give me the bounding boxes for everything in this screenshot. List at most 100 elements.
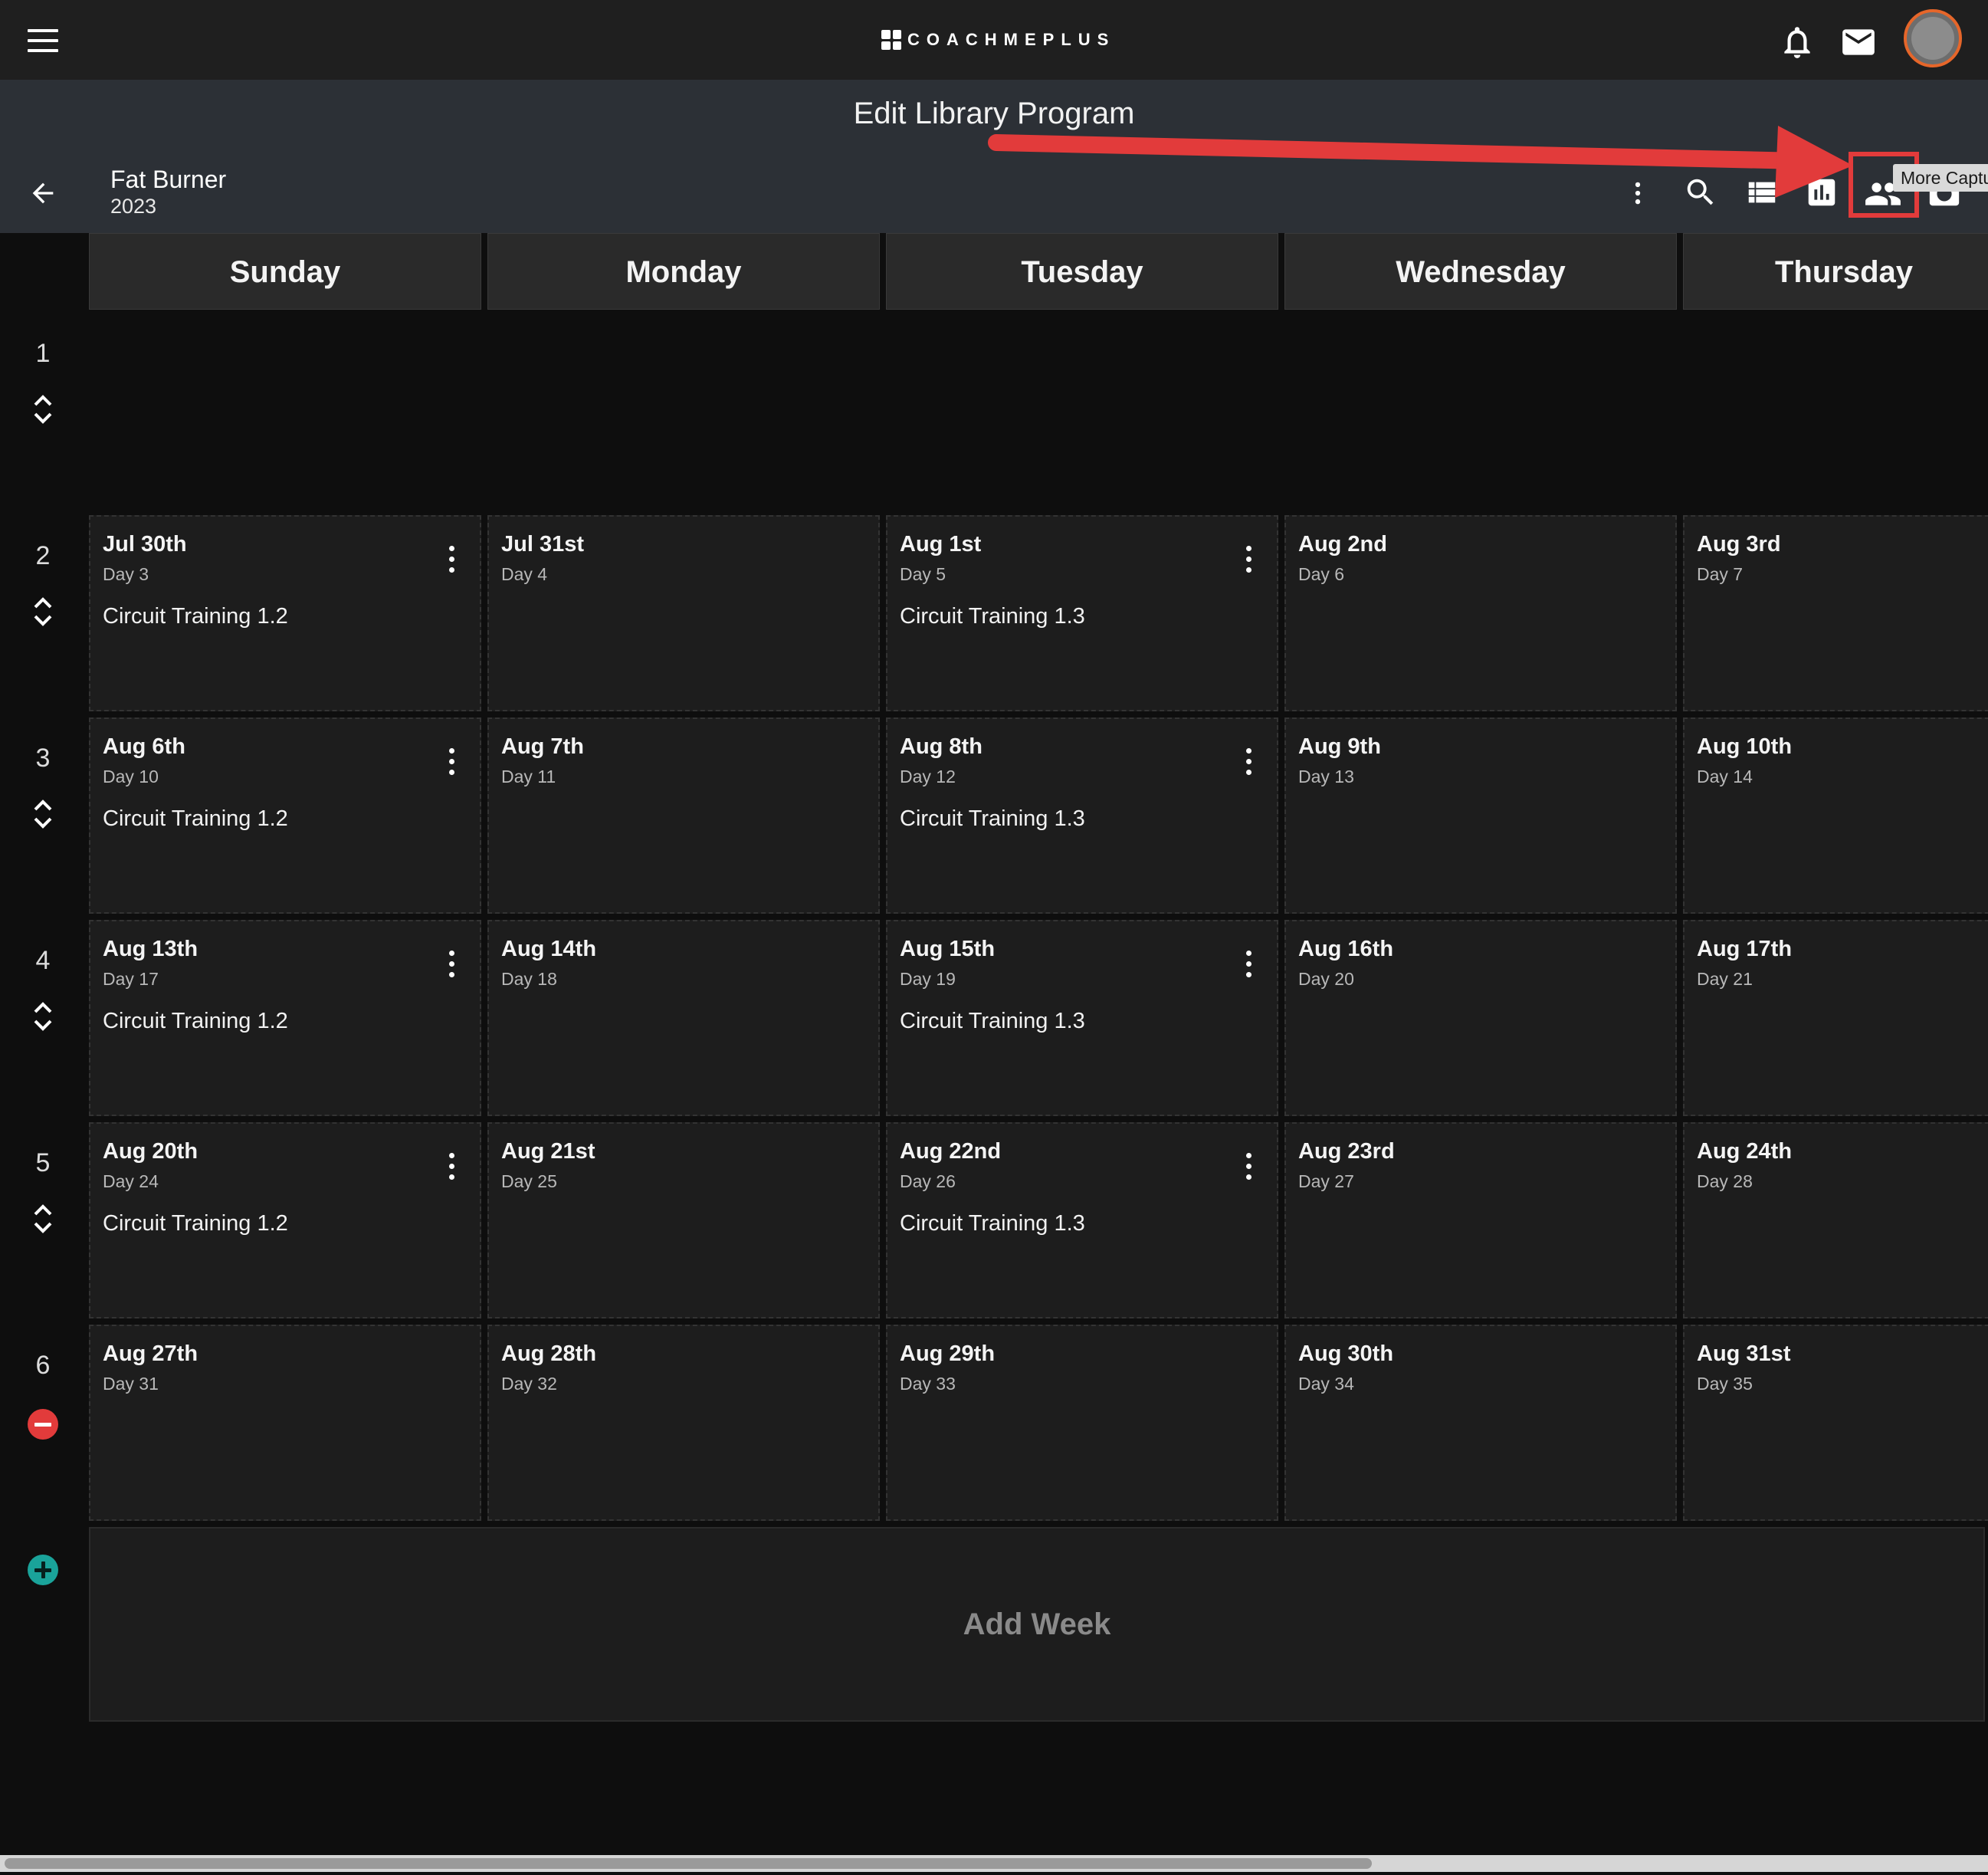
cell-date: Aug 29th [900, 1341, 996, 1366]
program-year: 2023 [110, 195, 157, 218]
mail-icon[interactable] [1839, 23, 1878, 61]
calendar-day-cell[interactable]: Aug 27th Day 31 [89, 1325, 481, 1521]
more-vert-icon[interactable] [448, 951, 455, 978]
cell-date: Aug 1st [900, 532, 982, 557]
calendar-day-cell[interactable]: Aug 24th Day 28 [1683, 1122, 1988, 1318]
calendar-day-cell[interactable]: Aug 16th Day 20 [1284, 920, 1677, 1116]
expand-icon[interactable] [32, 392, 54, 426]
calendar-day-cell[interactable]: Aug 23rd Day 27 [1284, 1122, 1677, 1318]
back-arrow-icon[interactable] [28, 178, 58, 209]
calendar-day-cell[interactable]: Aug 22nd Day 26 Circuit Training 1.3 [886, 1122, 1278, 1318]
cell-date: Aug 20th [103, 1139, 198, 1164]
cell-day-number: Day 33 [900, 1374, 956, 1394]
calendar-day-cell[interactable]: Aug 31st Day 35 [1683, 1325, 1988, 1521]
list-view-icon[interactable] [1744, 175, 1780, 210]
top-app-bar: COACHMEPLUS [0, 0, 1988, 80]
calendar-day-cell[interactable]: Aug 14th Day 18 [487, 920, 880, 1116]
cell-date: Aug 6th [103, 734, 185, 759]
more-vert-icon[interactable] [448, 546, 455, 573]
cell-day-number: Day 14 [1697, 767, 1753, 786]
calendar-day-cell[interactable]: Aug 2nd Day 6 [1284, 515, 1677, 711]
add-week-button[interactable]: Add Week [89, 1527, 1985, 1722]
cell-date: Aug 13th [103, 937, 198, 961]
workout-item[interactable]: Circuit Training 1.2 [103, 806, 288, 832]
cell-day-number: Day 7 [1697, 564, 1744, 584]
cell-date: Jul 30th [103, 532, 187, 557]
workout-item[interactable]: Circuit Training 1.2 [103, 1009, 288, 1034]
workout-item[interactable]: Circuit Training 1.3 [900, 806, 1085, 832]
cell-date: Aug 31st [1697, 1341, 1791, 1366]
workout-item[interactable]: Circuit Training 1.3 [900, 604, 1085, 629]
day-header-sunday: Sunday [89, 233, 481, 310]
calendar-day-cell[interactable]: Aug 7th Day 11 [487, 717, 880, 914]
cell-date: Aug 23rd [1298, 1139, 1395, 1164]
cell-date: Jul 31st [501, 532, 584, 557]
cell-day-number: Day 25 [501, 1171, 557, 1191]
week-number: 3 [35, 744, 51, 773]
cell-date: Aug 2nd [1298, 532, 1387, 557]
calendar-day-cell[interactable]: Aug 10th Day 14 [1683, 717, 1988, 914]
workout-item[interactable]: Circuit Training 1.2 [103, 604, 288, 629]
calendar-day-cell[interactable]: Aug 13th Day 17 Circuit Training 1.2 [89, 920, 481, 1116]
bar-chart-icon[interactable] [1804, 175, 1839, 210]
cell-day-number: Day 12 [900, 767, 956, 786]
cell-day-number: Day 18 [501, 969, 557, 989]
page-title: Edit Library Program [853, 97, 1135, 130]
calendar-day-cell[interactable]: Aug 9th Day 13 [1284, 717, 1677, 914]
workout-item[interactable]: Circuit Training 1.3 [900, 1009, 1085, 1034]
expand-icon[interactable] [32, 595, 54, 629]
expand-icon[interactable] [32, 797, 54, 831]
more-vert-icon[interactable] [1245, 546, 1252, 573]
calendar-day-cell[interactable]: Aug 21st Day 25 [487, 1122, 880, 1318]
expand-icon[interactable] [32, 1202, 54, 1236]
add-week-icon[interactable] [28, 1555, 58, 1585]
cell-day-number: Day 17 [103, 969, 159, 989]
search-icon[interactable] [1683, 175, 1718, 210]
more-vert-icon[interactable] [448, 748, 455, 776]
cell-day-number: Day 27 [1298, 1171, 1354, 1191]
cell-day-number: Day 5 [900, 564, 946, 584]
calendar-day-cell[interactable]: Aug 20th Day 24 Circuit Training 1.2 [89, 1122, 481, 1318]
cell-day-number: Day 13 [1298, 767, 1354, 786]
cell-date: Aug 21st [501, 1139, 595, 1164]
more-vert-icon[interactable] [1245, 951, 1252, 978]
avatar[interactable] [1904, 9, 1962, 67]
cell-date: Aug 8th [900, 734, 983, 759]
cell-date: Aug 3rd [1697, 532, 1781, 557]
cell-day-number: Day 34 [1298, 1374, 1354, 1394]
calendar-day-cell[interactable]: Aug 15th Day 19 Circuit Training 1.3 [886, 920, 1278, 1116]
calendar-day-cell[interactable]: Aug 28th Day 32 [487, 1325, 880, 1521]
remove-week-icon[interactable] [28, 1409, 58, 1440]
cell-date: Aug 10th [1697, 734, 1793, 759]
cell-date: Aug 30th [1298, 1341, 1394, 1366]
day-header-tuesday: Tuesday [886, 233, 1278, 310]
cell-day-number: Day 4 [501, 564, 548, 584]
more-vert-icon[interactable] [1245, 1153, 1252, 1180]
calendar-day-cell[interactable]: Aug 29th Day 33 [886, 1325, 1278, 1521]
title-bar: Edit Library Program [0, 80, 1988, 155]
expand-icon[interactable] [32, 1000, 54, 1033]
calendar-day-cell[interactable]: Aug 17th Day 21 [1683, 920, 1988, 1116]
calendar-day-cell[interactable]: Jul 31st Day 4 [487, 515, 880, 711]
cell-date: Aug 15th [900, 937, 996, 961]
calendar-day-cell[interactable]: Aug 6th Day 10 Circuit Training 1.2 [89, 717, 481, 914]
more-vert-icon[interactable] [448, 1153, 455, 1180]
scrollbar-thumb[interactable] [5, 1858, 1372, 1869]
calendar-day-cell[interactable]: Aug 8th Day 12 Circuit Training 1.3 [886, 717, 1278, 914]
cell-day-number: Day 24 [103, 1171, 159, 1191]
calendar-day-cell[interactable]: Jul 30th Day 3 Circuit Training 1.2 [89, 515, 481, 711]
cell-day-number: Day 10 [103, 767, 159, 786]
calendar-day-cell[interactable]: Aug 30th Day 34 [1284, 1325, 1677, 1521]
cell-date: Aug 28th [501, 1341, 597, 1366]
menu-icon[interactable] [28, 29, 58, 52]
calendar-day-cell[interactable]: Aug 1st Day 5 Circuit Training 1.3 [886, 515, 1278, 711]
bell-icon[interactable] [1778, 23, 1816, 61]
workout-item[interactable]: Circuit Training 1.2 [103, 1211, 288, 1236]
cell-date: Aug 17th [1697, 937, 1793, 961]
calendar-day-cell[interactable]: Aug 3rd Day 7 [1683, 515, 1988, 711]
cell-day-number: Day 20 [1298, 969, 1354, 989]
more-vert-icon[interactable] [1623, 175, 1652, 212]
cell-date: Aug 14th [501, 937, 597, 961]
workout-item[interactable]: Circuit Training 1.3 [900, 1211, 1085, 1236]
more-vert-icon[interactable] [1245, 748, 1252, 776]
